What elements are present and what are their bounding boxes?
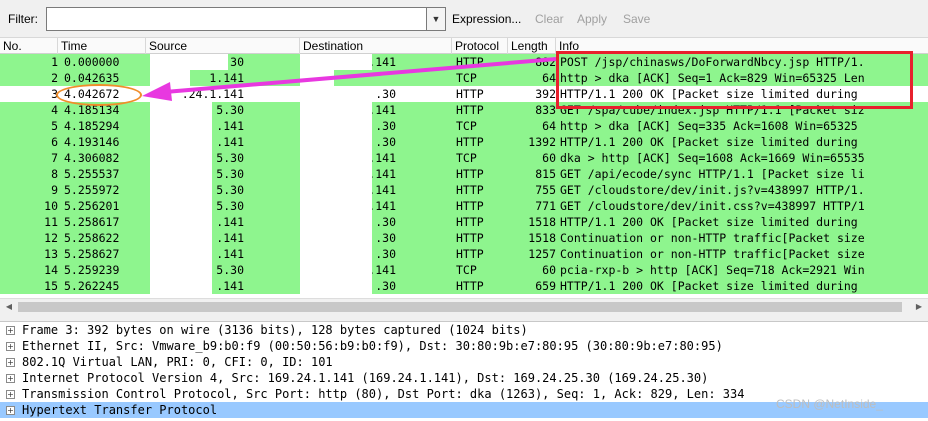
annotation-arrow bbox=[142, 57, 557, 101]
